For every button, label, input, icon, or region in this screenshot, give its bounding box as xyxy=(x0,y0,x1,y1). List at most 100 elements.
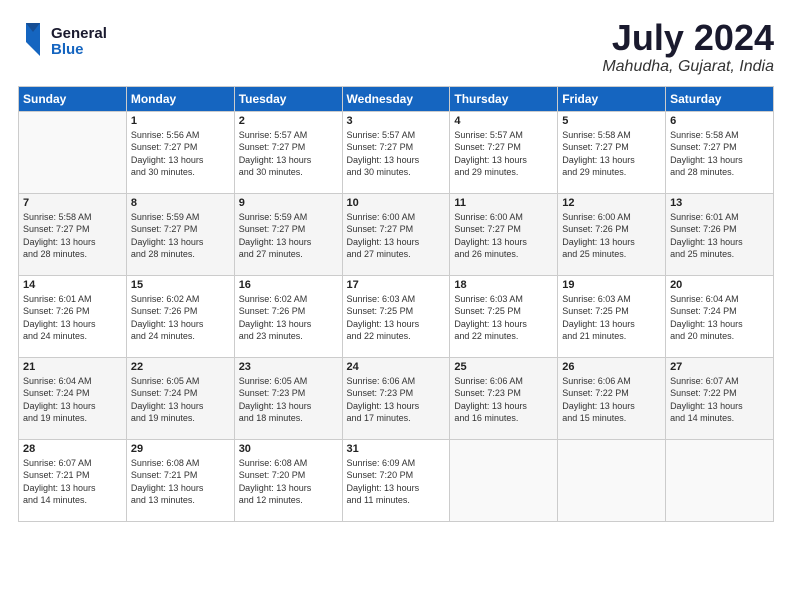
calendar-cell: 21 Sunrise: 6:04 AMSunset: 7:24 PMDayligh… xyxy=(19,357,127,439)
day-number: 9 xyxy=(239,197,338,209)
calendar-week-3: 21 Sunrise: 6:04 AMSunset: 7:24 PMDayligh… xyxy=(19,357,774,439)
cell-info: Sunrise: 6:00 AMSunset: 7:27 PMDaylight:… xyxy=(347,211,446,261)
calendar-header-row: Sunday Monday Tuesday Wednesday Thursday… xyxy=(19,86,774,111)
calendar-week-4: 28Sunrise: 6:07 AMSunset: 7:21 PMDayligh… xyxy=(19,439,774,521)
day-number: 17 xyxy=(347,279,446,291)
day-number: 6 xyxy=(670,115,769,127)
calendar-cell xyxy=(558,439,666,521)
cell-info: Sunrise: 6:00 AMSunset: 7:27 PMDaylight:… xyxy=(454,211,553,261)
cell-info: Sunrise: 6:08 AMSunset: 7:20 PMDaylight:… xyxy=(239,457,338,507)
calendar-cell: 24 Sunrise: 6:06 AMSunset: 7:23 PMDayligh… xyxy=(342,357,450,439)
day-number: 11 xyxy=(454,197,553,209)
cell-info: Sunrise: 6:06 AMSunset: 7:23 PMDaylight:… xyxy=(454,375,553,425)
day-number: 3 xyxy=(347,115,446,127)
calendar-cell: 16 Sunrise: 6:02 AMSunset: 7:26 PMDayligh… xyxy=(234,275,342,357)
cell-info: Sunrise: 6:01 AMSunset: 7:26 PMDaylight:… xyxy=(23,293,122,343)
logo-text: General Blue xyxy=(18,18,128,68)
calendar-cell: 23 Sunrise: 6:05 AMSunset: 7:23 PMDayligh… xyxy=(234,357,342,439)
cell-info: Sunrise: 6:07 AMSunset: 7:22 PMDaylight:… xyxy=(670,375,769,425)
calendar-cell: 9 Sunrise: 5:59 AMSunset: 7:27 PMDaylight… xyxy=(234,193,342,275)
day-number: 31 xyxy=(347,443,446,455)
title-area: July 2024 Mahudha, Gujarat, India xyxy=(602,18,774,76)
calendar-week-2: 14Sunrise: 6:01 AMSunset: 7:26 PMDayligh… xyxy=(19,275,774,357)
calendar-cell: 20 Sunrise: 6:04 AMSunset: 7:24 PMDayligh… xyxy=(666,275,774,357)
calendar-cell: 26Sunrise: 6:06 AMSunset: 7:22 PMDayligh… xyxy=(558,357,666,439)
calendar-cell: 25 Sunrise: 6:06 AMSunset: 7:23 PMDayligh… xyxy=(450,357,558,439)
day-number: 13 xyxy=(670,197,769,209)
page-header: General Blue July 2024 Mahudha, Gujarat,… xyxy=(18,18,774,76)
day-number: 4 xyxy=(454,115,553,127)
cell-info: Sunrise: 6:04 AMSunset: 7:24 PMDaylight:… xyxy=(670,293,769,343)
calendar-cell xyxy=(19,111,127,193)
logo: General Blue xyxy=(18,18,128,68)
calendar-cell: 8Sunrise: 5:59 AMSunset: 7:27 PMDaylight… xyxy=(126,193,234,275)
svg-text:Blue: Blue xyxy=(51,41,84,58)
day-number: 15 xyxy=(131,279,230,291)
day-number: 20 xyxy=(670,279,769,291)
calendar-cell: 11 Sunrise: 6:00 AMSunset: 7:27 PMDayligh… xyxy=(450,193,558,275)
cell-info: Sunrise: 5:57 AMSunset: 7:27 PMDaylight:… xyxy=(239,129,338,179)
col-monday: Monday xyxy=(126,86,234,111)
cell-info: Sunrise: 6:02 AMSunset: 7:26 PMDaylight:… xyxy=(131,293,230,343)
calendar-cell: 19 Sunrise: 6:03 AMSunset: 7:25 PMDayligh… xyxy=(558,275,666,357)
calendar-cell: 28Sunrise: 6:07 AMSunset: 7:21 PMDayligh… xyxy=(19,439,127,521)
cell-info: Sunrise: 6:04 AMSunset: 7:24 PMDaylight:… xyxy=(23,375,122,425)
calendar-cell: 13Sunrise: 6:01 AMSunset: 7:26 PMDayligh… xyxy=(666,193,774,275)
day-number: 29 xyxy=(131,443,230,455)
day-number: 22 xyxy=(131,361,230,373)
cell-info: Sunrise: 6:02 AMSunset: 7:26 PMDaylight:… xyxy=(239,293,338,343)
day-number: 24 xyxy=(347,361,446,373)
cell-info: Sunrise: 6:00 AMSunset: 7:26 PMDaylight:… xyxy=(562,211,661,261)
calendar-cell: 1 Sunrise: 5:56 AMSunset: 7:27 PMDaylight… xyxy=(126,111,234,193)
day-number: 25 xyxy=(454,361,553,373)
cell-info: Sunrise: 5:57 AMSunset: 7:27 PMDaylight:… xyxy=(454,129,553,179)
calendar-cell xyxy=(666,439,774,521)
day-number: 16 xyxy=(239,279,338,291)
calendar-cell: 5Sunrise: 5:58 AMSunset: 7:27 PMDaylight… xyxy=(558,111,666,193)
day-number: 19 xyxy=(562,279,661,291)
cell-info: Sunrise: 6:03 AMSunset: 7:25 PMDaylight:… xyxy=(347,293,446,343)
day-number: 26 xyxy=(562,361,661,373)
calendar-cell xyxy=(450,439,558,521)
col-wednesday: Wednesday xyxy=(342,86,450,111)
col-sunday: Sunday xyxy=(19,86,127,111)
calendar-cell: 7Sunrise: 5:58 AMSunset: 7:27 PMDaylight… xyxy=(19,193,127,275)
cell-info: Sunrise: 5:58 AMSunset: 7:27 PMDaylight:… xyxy=(670,129,769,179)
day-number: 21 xyxy=(23,361,122,373)
calendar-cell: 12 Sunrise: 6:00 AMSunset: 7:26 PMDayligh… xyxy=(558,193,666,275)
cell-info: Sunrise: 6:05 AMSunset: 7:23 PMDaylight:… xyxy=(239,375,338,425)
calendar-table: Sunday Monday Tuesday Wednesday Thursday… xyxy=(18,86,774,522)
cell-info: Sunrise: 5:59 AMSunset: 7:27 PMDaylight:… xyxy=(239,211,338,261)
calendar-cell: 27Sunrise: 6:07 AMSunset: 7:22 PMDayligh… xyxy=(666,357,774,439)
cell-info: Sunrise: 6:03 AMSunset: 7:25 PMDaylight:… xyxy=(562,293,661,343)
day-number: 8 xyxy=(131,197,230,209)
day-number: 5 xyxy=(562,115,661,127)
calendar-cell: 4 Sunrise: 5:57 AMSunset: 7:27 PMDaylight… xyxy=(450,111,558,193)
col-friday: Friday xyxy=(558,86,666,111)
calendar-cell: 14Sunrise: 6:01 AMSunset: 7:26 PMDayligh… xyxy=(19,275,127,357)
day-number: 12 xyxy=(562,197,661,209)
day-number: 18 xyxy=(454,279,553,291)
month-title: July 2024 xyxy=(602,18,774,58)
day-number: 23 xyxy=(239,361,338,373)
calendar-cell: 15 Sunrise: 6:02 AMSunset: 7:26 PMDayligh… xyxy=(126,275,234,357)
cell-info: Sunrise: 5:58 AMSunset: 7:27 PMDaylight:… xyxy=(23,211,122,261)
cell-info: Sunrise: 6:06 AMSunset: 7:23 PMDaylight:… xyxy=(347,375,446,425)
cell-info: Sunrise: 5:56 AMSunset: 7:27 PMDaylight:… xyxy=(131,129,230,179)
calendar-cell: 3Sunrise: 5:57 AMSunset: 7:27 PMDaylight… xyxy=(342,111,450,193)
calendar-cell: 22 Sunrise: 6:05 AMSunset: 7:24 PMDayligh… xyxy=(126,357,234,439)
location: Mahudha, Gujarat, India xyxy=(602,58,774,76)
day-number: 10 xyxy=(347,197,446,209)
col-tuesday: Tuesday xyxy=(234,86,342,111)
col-thursday: Thursday xyxy=(450,86,558,111)
cell-info: Sunrise: 6:05 AMSunset: 7:24 PMDaylight:… xyxy=(131,375,230,425)
calendar-week-1: 7Sunrise: 5:58 AMSunset: 7:27 PMDaylight… xyxy=(19,193,774,275)
calendar-cell: 30Sunrise: 6:08 AMSunset: 7:20 PMDayligh… xyxy=(234,439,342,521)
cell-info: Sunrise: 6:03 AMSunset: 7:25 PMDaylight:… xyxy=(454,293,553,343)
cell-info: Sunrise: 6:09 AMSunset: 7:20 PMDaylight:… xyxy=(347,457,446,507)
calendar-cell: 10 Sunrise: 6:00 AMSunset: 7:27 PMDayligh… xyxy=(342,193,450,275)
cell-info: Sunrise: 6:07 AMSunset: 7:21 PMDaylight:… xyxy=(23,457,122,507)
day-number: 1 xyxy=(131,115,230,127)
calendar-cell: 31 Sunrise: 6:09 AMSunset: 7:20 PMDayligh… xyxy=(342,439,450,521)
cell-info: Sunrise: 6:08 AMSunset: 7:21 PMDaylight:… xyxy=(131,457,230,507)
